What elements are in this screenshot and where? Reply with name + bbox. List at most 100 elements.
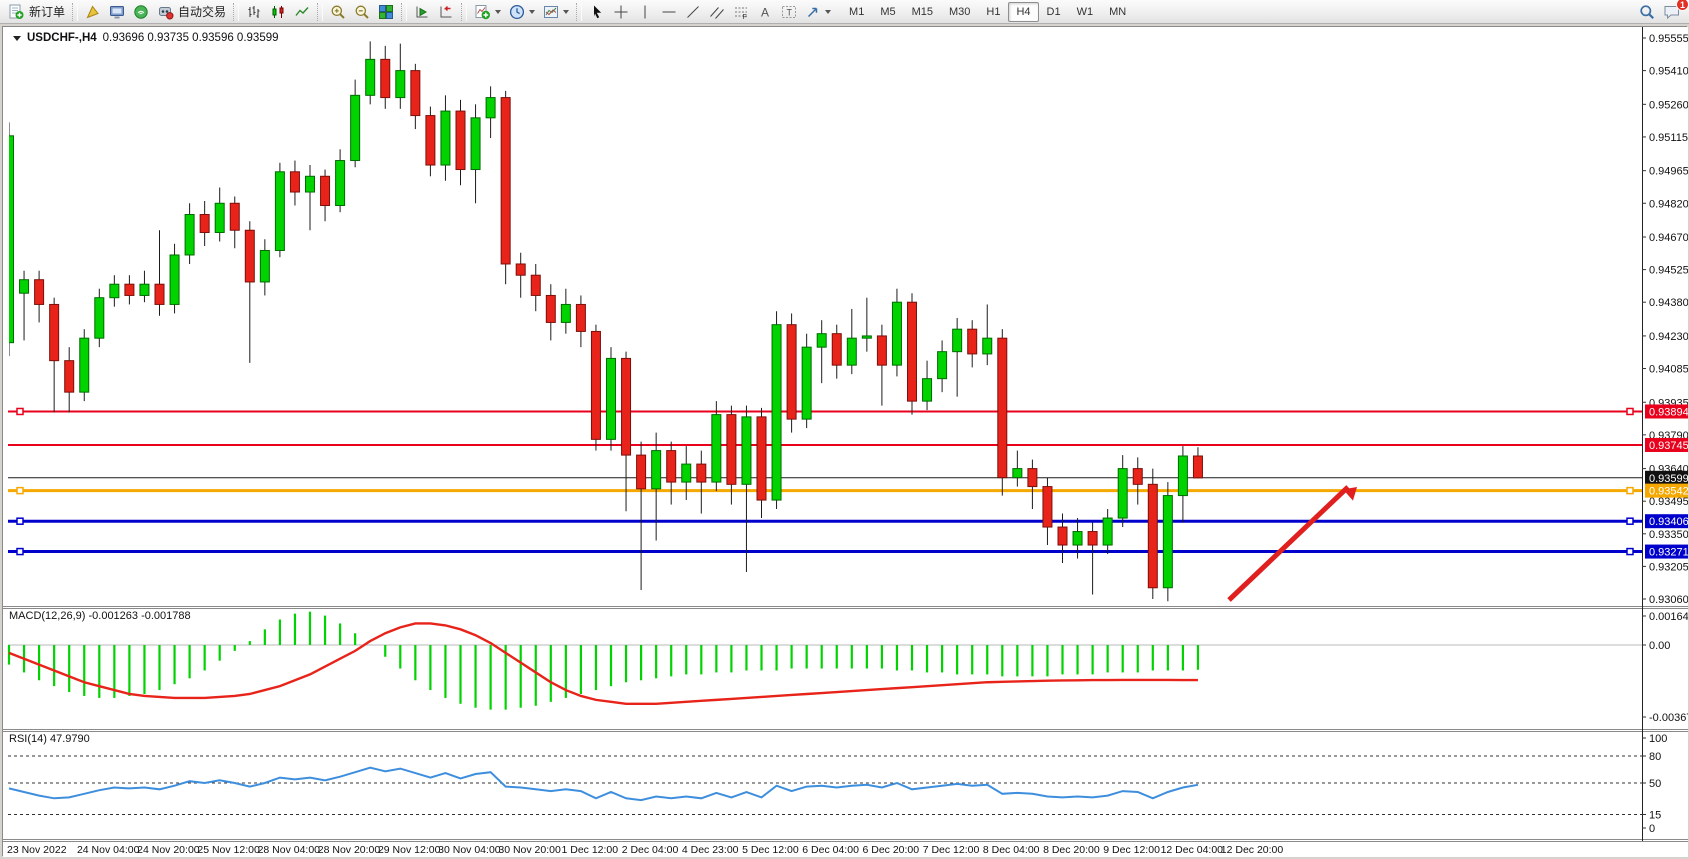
zoom-in-button[interactable]: [326, 1, 350, 23]
channel-button[interactable]: [705, 1, 729, 23]
fibo-icon: F: [733, 4, 749, 20]
strategy-tester-button[interactable]: [105, 1, 129, 23]
svg-text:0.93350: 0.93350: [1649, 529, 1688, 541]
arrows-button[interactable]: [801, 1, 835, 23]
hline-handle[interactable]: [1627, 518, 1633, 524]
vline-button[interactable]: [633, 1, 657, 23]
notifications-button[interactable]: 1: [1659, 1, 1685, 23]
candle-bull: [1013, 469, 1022, 478]
candle-bear: [245, 230, 254, 282]
time-label: 25 Nov 12:00: [197, 844, 260, 856]
fibonacci-button[interactable]: F: [729, 1, 753, 23]
candle-bull: [712, 415, 721, 482]
text-label-button[interactable]: T: [777, 1, 801, 23]
timeframe-m1[interactable]: M1: [841, 2, 872, 22]
candle-bull: [185, 215, 194, 255]
dropdown-caret-icon: [563, 10, 569, 14]
candle-bear: [501, 98, 510, 264]
chevron-down-icon: [13, 36, 21, 41]
trendline-button[interactable]: [681, 1, 705, 23]
svg-text:0.95555: 0.95555: [1649, 33, 1688, 45]
dropdown-caret-icon: [825, 10, 831, 14]
time-label: 24 Nov 04:00: [77, 844, 140, 856]
timeframe-m30[interactable]: M30: [941, 2, 978, 22]
zoom-out-button[interactable]: [350, 1, 374, 23]
hline-handle[interactable]: [17, 408, 23, 414]
tile-windows-button[interactable]: [374, 1, 398, 23]
candle-bull: [892, 302, 901, 365]
time-label: 28 Nov 20:00: [318, 844, 381, 856]
candle-bear: [531, 275, 540, 295]
svg-text:F: F: [743, 14, 747, 20]
candle-bear: [998, 338, 1007, 477]
time-label: 4 Dec 23:00: [682, 844, 739, 856]
chart-candles-button[interactable]: [266, 1, 290, 23]
signals-button[interactable]: [129, 1, 153, 23]
candle-bull: [336, 161, 345, 206]
indicators-button[interactable]: [470, 1, 505, 23]
chart-bars-button[interactable]: [242, 1, 266, 23]
candle-bull: [938, 352, 947, 379]
chart-line-button[interactable]: [290, 1, 314, 23]
chart-canvas[interactable]: 0.955550.954100.952600.951150.949650.948…: [3, 27, 1688, 857]
candle-bear: [546, 295, 555, 322]
crosshair-icon: [613, 4, 629, 20]
candle-bear: [968, 329, 977, 354]
main-toolbar: 新订单 自动交易 F AT M1M5M15M30H1H4D1W1MN 1: [0, 0, 1689, 24]
candle-bull: [351, 95, 360, 160]
candle-bear: [1088, 532, 1097, 545]
candle-bull: [1073, 532, 1082, 545]
candle-bull: [260, 250, 269, 281]
candle-bull: [1163, 496, 1172, 588]
vline-icon: [637, 4, 653, 20]
svg-text:-0.003674: -0.003674: [1649, 712, 1688, 724]
timeframe-mn[interactable]: MN: [1101, 2, 1134, 22]
timeframe-h1[interactable]: H1: [978, 2, 1008, 22]
autoscroll-button[interactable]: [410, 1, 434, 23]
candle-bull: [772, 325, 781, 500]
candle-bear: [622, 358, 631, 455]
svg-text:100: 100: [1649, 733, 1667, 745]
text-a-icon: A: [757, 4, 773, 20]
timeframe-w1[interactable]: W1: [1069, 2, 1102, 22]
time-label: 7 Dec 12:00: [923, 844, 980, 856]
periods-button[interactable]: [505, 1, 539, 23]
cursor-button[interactable]: [585, 1, 609, 23]
hline-handle[interactable]: [1627, 488, 1633, 494]
candle-bear: [125, 284, 134, 295]
candle-bull: [847, 338, 856, 365]
candle-bear: [1148, 484, 1157, 587]
tester-icon: [109, 4, 125, 20]
hline-handle[interactable]: [1627, 549, 1633, 555]
templates-button[interactable]: [539, 1, 573, 23]
new-order-icon: [8, 4, 25, 20]
timeframe-h4[interactable]: H4: [1008, 2, 1038, 22]
timeframe-d1[interactable]: D1: [1039, 2, 1069, 22]
new-order-button[interactable]: 新订单: [4, 1, 69, 23]
hline-handle[interactable]: [1627, 408, 1633, 414]
dropdown-caret-icon: [529, 10, 535, 14]
search-button[interactable]: [1635, 1, 1659, 23]
metaeditor-button[interactable]: [81, 1, 105, 23]
zoom-out-icon: [354, 4, 370, 20]
candle-bear: [411, 71, 420, 116]
timeframe-m5[interactable]: M5: [872, 2, 903, 22]
hline-handle[interactable]: [17, 549, 23, 555]
candle-bear: [426, 116, 435, 165]
text-button[interactable]: A: [753, 1, 777, 23]
hline-handle[interactable]: [17, 488, 23, 494]
crosshair-button[interactable]: [609, 1, 633, 23]
candle-bear: [727, 415, 736, 485]
hline-handle[interactable]: [17, 518, 23, 524]
chart-title[interactable]: USDCHF-,H4 0.93696 0.93735 0.93596 0.935…: [13, 32, 279, 44]
candle-bull: [682, 464, 691, 482]
search-icon: [1639, 4, 1655, 20]
chart-shift-button[interactable]: [434, 1, 458, 23]
candle-bull: [275, 172, 284, 251]
timeframe-m15[interactable]: M15: [904, 2, 941, 22]
svg-text:0.93542: 0.93542: [1649, 486, 1688, 498]
svg-text:80: 80: [1649, 751, 1661, 763]
hline-button[interactable]: [657, 1, 681, 23]
toolbar-separator: [576, 3, 582, 21]
autotrading-button[interactable]: 自动交易: [153, 1, 230, 23]
